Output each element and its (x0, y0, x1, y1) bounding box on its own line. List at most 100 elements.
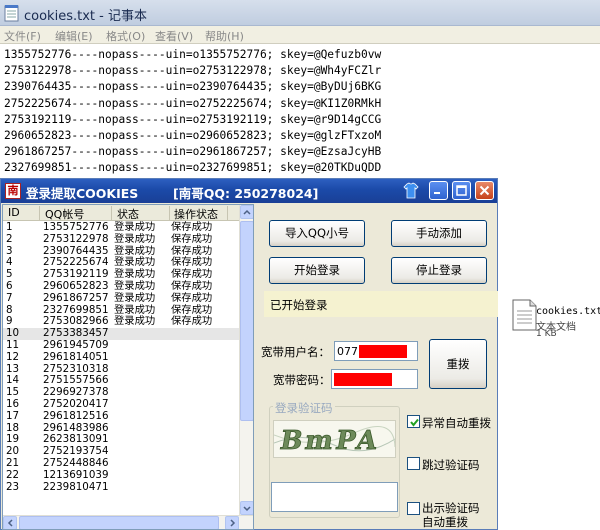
horizontal-scrollbar[interactable] (3, 515, 253, 529)
table-row[interactable]: 15 2296927378 (3, 386, 239, 399)
notepad-menubar: 文件(F) 编辑(E) 格式(O) 查看(V) 帮助(H) (0, 26, 600, 44)
manual-add-button[interactable]: 手动添加 (391, 220, 487, 247)
chevron-up-icon (243, 209, 251, 215)
redaction-mark (359, 345, 407, 358)
chevron-left-icon (7, 519, 13, 527)
column-qq[interactable]: QQ帐号 (45, 206, 84, 222)
vertical-scrollbar[interactable] (239, 205, 253, 515)
desktop-file-size: 1 KB (536, 329, 557, 339)
redial-button[interactable]: 重拨 (429, 339, 487, 389)
table-row[interactable]: 20 2752193754 (3, 445, 239, 458)
app-icon: 南 (5, 183, 21, 199)
vertical-scroll-thumb[interactable] (240, 221, 253, 421)
desktop-file-name[interactable]: cookies.txt (536, 306, 600, 317)
scroll-up-button[interactable] (240, 205, 253, 219)
broadband-user-label: 宽带用户名： (261, 345, 330, 359)
notepad-line: 2390764435----nopass----uin=o2390764435;… (4, 80, 382, 94)
notepad-line: 1355752776----nopass----uin=o1355752776;… (4, 48, 382, 61)
dialog-qq-tag: [南哥QQ: 250278024] (173, 186, 319, 201)
notepad-line: 2753122978----nopass----uin=o2753122978;… (4, 64, 382, 78)
minimize-button[interactable] (429, 181, 448, 200)
cell-id: 16 (6, 397, 20, 410)
table-row[interactable]: 18 2961483986 (3, 422, 239, 435)
cell-qq: 2960652823 (43, 279, 109, 292)
notepad-line: 2961867257----nopass----uin=o2961867257;… (4, 145, 382, 159)
redaction-mark (334, 373, 392, 386)
cell-op-status: 保存成功 (171, 315, 213, 328)
cell-status: 登录成功 (114, 279, 156, 292)
table-row[interactable]: 19 2623813091 (3, 434, 239, 446)
scroll-down-button[interactable] (240, 501, 253, 515)
captcha-input[interactable] (271, 482, 398, 512)
broadband-pass-input[interactable] (331, 369, 418, 389)
column-status[interactable]: 状态 (117, 206, 139, 222)
table-row[interactable]: 6 2960652823 登录成功 保存成功 (3, 279, 239, 293)
captcha-text: BmPA (278, 425, 383, 456)
table-header: ID QQ帐号 状态 操作状态 (3, 205, 239, 221)
text-file-icon[interactable] (510, 298, 538, 332)
captcha-image[interactable]: BmPA (273, 420, 396, 458)
table-row[interactable]: 11 2961945709 (3, 338, 239, 352)
table-row[interactable]: 14 2751557566 (3, 375, 239, 387)
dialog-title: 登录提取COOKIES (26, 186, 139, 201)
scroll-left-button[interactable] (3, 516, 17, 529)
auto-redial-label[interactable]: 异常自动重拨 (422, 415, 491, 431)
scroll-right-button[interactable] (225, 516, 239, 529)
table-row[interactable]: 7 2961867257 登录成功 保存成功 (3, 291, 239, 305)
cell-qq: 2752020417 (43, 397, 109, 410)
table-row[interactable]: 23 2239810471 (3, 480, 239, 494)
cell-id: 11 (6, 338, 20, 351)
table-row[interactable]: 10 2753383457 (3, 327, 239, 340)
notepad-text-area[interactable]: 1355752776----nopass----uin=o1355752776;… (4, 47, 381, 193)
menu-help[interactable]: 帮助(H) (205, 28, 244, 44)
cell-qq: 2961814051 (43, 350, 109, 363)
cell-qq: 2961812516 (43, 409, 109, 422)
account-table[interactable]: ID QQ帐号 状态 操作状态 1 1355752776 登录成功 保存成功 2 2753… (2, 204, 254, 530)
cell-qq: 2752448846 (43, 456, 109, 469)
show-captcha-checkbox[interactable] (407, 502, 420, 515)
start-login-button[interactable]: 开始登录 (269, 257, 365, 284)
stop-login-button[interactable]: 停止登录 (391, 257, 487, 284)
status-text: 已开始登录 (270, 298, 328, 312)
cell-op-status: 保存成功 (171, 291, 213, 304)
column-id[interactable]: ID (8, 206, 20, 219)
cell-id: 21 (6, 456, 20, 469)
cell-id: 12 (6, 350, 20, 363)
horizontal-scroll-thumb[interactable] (19, 516, 219, 529)
table-row[interactable]: 2 2753122978 登录成功 保存成功 (3, 232, 239, 246)
close-button[interactable] (475, 181, 494, 200)
table-row[interactable]: 12 2961814051 (3, 350, 239, 364)
table-row[interactable]: 9 2753082966 登录成功 保存成功 (3, 316, 239, 328)
cell-status: 登录成功 (114, 232, 156, 245)
show-captcha-label-2[interactable]: 自动重拨 (422, 514, 468, 530)
cell-id: 7 (6, 291, 13, 304)
cell-qq: 2961945709 (43, 338, 109, 351)
table-row[interactable]: 21 2752448846 (3, 456, 239, 470)
captcha-group-label: 登录验证码 (273, 400, 335, 416)
cell-id: 23 (6, 480, 20, 493)
checkmark-icon (410, 418, 419, 427)
menu-format[interactable]: 格式(O) (106, 28, 145, 44)
notepad-icon (4, 5, 19, 22)
dialog-titlebar[interactable]: 南 登录提取COOKIES [南哥QQ: 250278024] (1, 179, 497, 203)
table-row[interactable]: 17 2961812516 (3, 409, 239, 423)
column-op-status[interactable]: 操作状态 (174, 206, 218, 222)
cell-qq: 1213691039 (43, 468, 109, 481)
broadband-pass-label: 宽带密码： (273, 373, 331, 387)
menu-edit[interactable]: 编辑(E) (55, 28, 93, 44)
close-icon (479, 185, 490, 196)
table-row[interactable]: 13 2752310318 (3, 363, 239, 376)
table-row[interactable]: 22 1213691039 (3, 468, 239, 482)
shirt-icon[interactable] (403, 182, 419, 200)
maximize-button[interactable] (452, 181, 471, 200)
auto-redial-checkbox[interactable] (407, 415, 420, 428)
notepad-titlebar[interactable]: cookies.txt - 记事本 (0, 0, 600, 26)
skip-captcha-label[interactable]: 跳过验证码 (422, 457, 480, 473)
menu-file[interactable]: 文件(F) (4, 28, 41, 44)
skip-captcha-checkbox[interactable] (407, 457, 420, 470)
cell-op-status: 保存成功 (171, 279, 213, 292)
import-qq-button[interactable]: 导入QQ小号 (269, 220, 365, 247)
menu-view[interactable]: 查看(V) (155, 28, 193, 44)
broadband-user-input[interactable]: 077 (334, 341, 418, 361)
table-row[interactable]: 16 2752020417 (3, 397, 239, 411)
